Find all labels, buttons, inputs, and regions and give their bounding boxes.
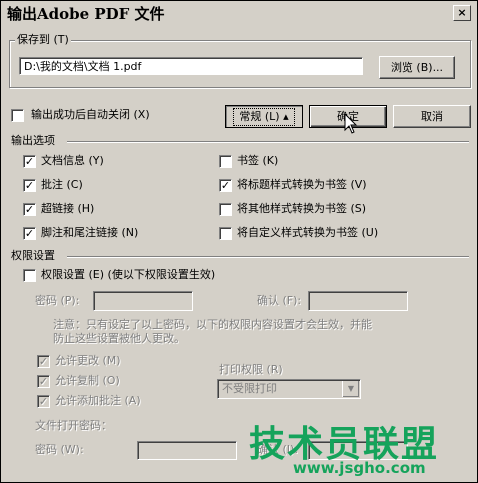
doc-info-label: 文档信息 (Y) <box>41 154 104 167</box>
dialog-title: 输出Adobe PDF 文件 <box>7 5 165 23</box>
bookmarks-label: 书签 (K) <box>237 154 279 167</box>
footnote-links-label: 脚注和尾注链接 (N) <box>41 226 139 239</box>
allow-annotations-label: 允许添加批注 (A) <box>55 394 141 407</box>
dropdown-arrow-icon: ▼ <box>342 381 359 397</box>
permission-password-input[interactable] <box>93 291 193 311</box>
annotations-label: 批注 (C) <box>41 178 83 191</box>
permission-confirm-label: 确认 (F): <box>257 294 302 307</box>
general-toggle-button[interactable]: 常规 (L) ▴ <box>225 105 303 128</box>
save-path-input[interactable]: D:\我的文档\文档 1.pdf <box>19 57 363 75</box>
heading-to-bookmark-checkbox[interactable]: ✓ <box>219 179 232 192</box>
allow-copy-checkbox[interactable]: ✓ <box>37 375 50 388</box>
save-to-label: 保存到 (T) <box>15 33 71 47</box>
permission-note-line2: 防止这些设置被他人更改。 <box>53 332 185 345</box>
print-permission-select[interactable]: 不受限打印 ▼ <box>217 379 361 399</box>
title-bar[interactable]: 输出Adobe PDF 文件 × <box>1 1 477 25</box>
bookmarks-checkbox[interactable] <box>219 155 232 168</box>
enable-permissions-checkbox[interactable] <box>23 269 36 282</box>
cancel-button[interactable]: 取消 <box>393 105 471 128</box>
hyperlinks-label: 超链接 (H) <box>41 202 95 215</box>
open-password-label: 密码 (W): <box>35 443 84 456</box>
auto-close-label: 输出成功后自动关闭 (X) <box>31 108 150 121</box>
close-icon: × <box>457 6 467 19</box>
heading-to-bookmark-label: 将标题样式转换为书签 (V) <box>237 178 367 191</box>
other-styles-to-bookmark-label: 将其他样式转换为书签 (S) <box>237 202 367 215</box>
export-pdf-dialog: 输出Adobe PDF 文件 × 保存到 (T) D:\我的文档\文档 1.pd… <box>0 0 478 483</box>
doc-info-checkbox[interactable]: ✓ <box>23 155 36 168</box>
custom-styles-to-bookmark-label: 将自定义样式转换为书签 (U) <box>237 226 379 239</box>
close-button[interactable]: × <box>453 5 471 21</box>
other-styles-to-bookmark-checkbox[interactable] <box>219 203 232 216</box>
custom-styles-to-bookmark-checkbox[interactable] <box>219 227 232 240</box>
output-options-title: 输出选项 <box>11 134 55 147</box>
print-permission-value: 不受限打印 <box>222 382 277 395</box>
permissions-divider <box>67 256 469 258</box>
enable-permissions-label: 权限设置 (E) (使以下权限设置生效) <box>41 268 216 281</box>
hyperlinks-checkbox[interactable]: ✓ <box>23 203 36 216</box>
open-password-title: 文件打开密码： <box>35 419 112 432</box>
open-password-input[interactable] <box>137 441 237 460</box>
footnote-links-checkbox[interactable]: ✓ <box>23 227 36 240</box>
permission-password-label: 密码 (P): <box>35 294 80 307</box>
general-button-label: 常规 (L) ▴ <box>233 108 295 126</box>
output-options-divider <box>67 141 469 143</box>
annotations-checkbox[interactable]: ✓ <box>23 179 36 192</box>
permission-confirm-input[interactable] <box>308 291 408 311</box>
allow-change-label: 允许更改 (M) <box>55 354 121 367</box>
watermark-url: www.jsgho.com <box>293 459 426 477</box>
auto-close-checkbox[interactable] <box>11 109 24 122</box>
allow-annotations-checkbox[interactable]: ✓ <box>37 395 50 408</box>
print-permission-label: 打印权限 (R) <box>219 363 283 376</box>
permissions-title: 权限设置 <box>11 249 55 262</box>
mouse-cursor-icon <box>344 113 358 134</box>
browse-button[interactable]: 浏览 (B)... <box>379 56 455 79</box>
allow-copy-label: 允许复制 (O) <box>55 374 120 387</box>
permission-note-line1: 注意：只有设定了以上密码，以下的权限内容设置才会生效，并能 <box>53 318 372 331</box>
allow-change-checkbox[interactable]: ✓ <box>37 355 50 368</box>
